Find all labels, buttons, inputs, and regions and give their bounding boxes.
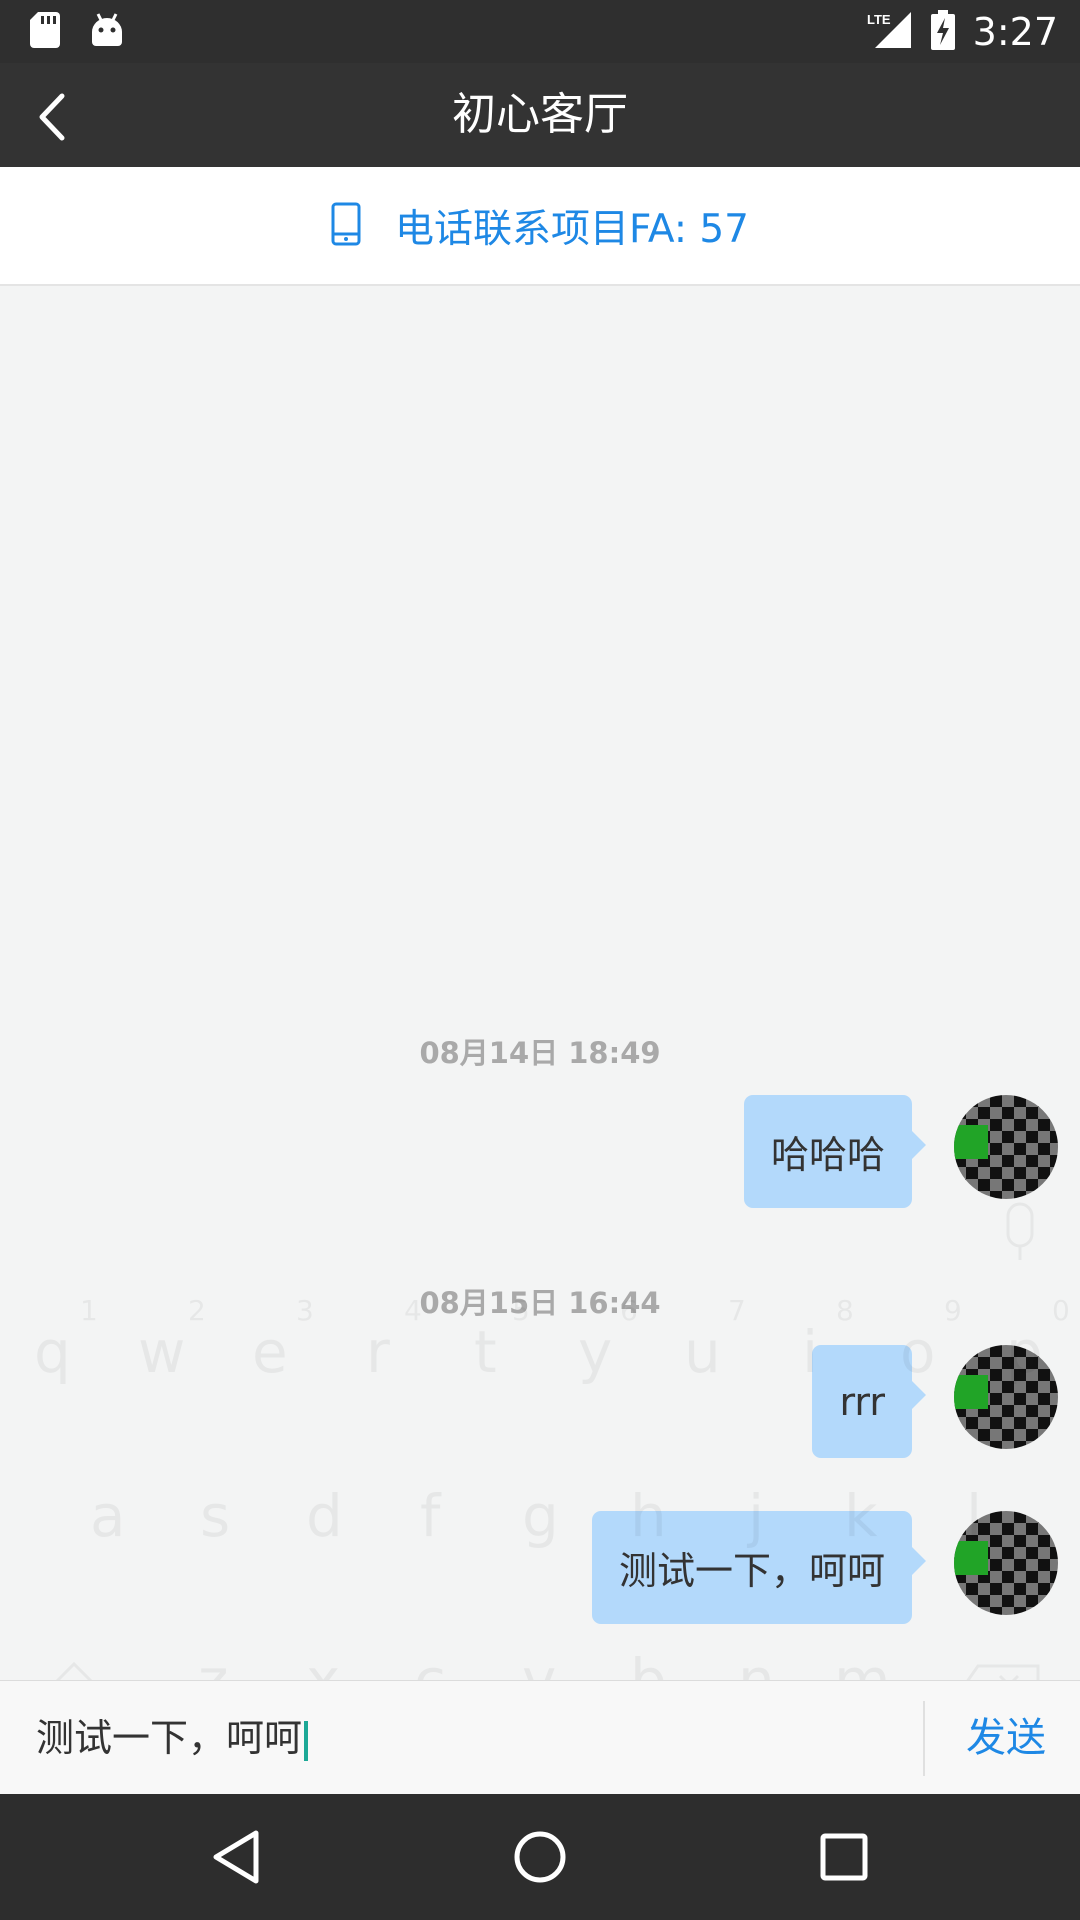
nav-home-button[interactable] [500, 1817, 580, 1897]
clock: 3:27 [972, 9, 1058, 54]
svg-text:LTE: LTE [867, 12, 891, 27]
screen: LTE 3:27 初心客厅 电话联系项目FA: 57 08月14日 18:49 … [0, 0, 1080, 1920]
status-bar: LTE 3:27 [0, 0, 1080, 63]
message-bubble[interactable]: 哈哈哈 [743, 1095, 927, 1208]
message-timestamp: 08月15日 16:44 [419, 1286, 661, 1320]
system-nav-bar [0, 1794, 1080, 1920]
message-input-value: 测试一下，呵呵 [36, 1716, 303, 1760]
app-bar: 初心客厅 [0, 63, 1080, 167]
message-timestamp: 08月14日 18:49 [419, 1036, 661, 1070]
message-input[interactable]: 测试一下，呵呵 [36, 1681, 896, 1795]
divider [923, 1701, 925, 1776]
battery-charging-icon [930, 9, 955, 54]
nav-recents-button[interactable] [804, 1817, 884, 1897]
avatar[interactable] [954, 1095, 1058, 1199]
avatar[interactable] [954, 1345, 1058, 1449]
text-cursor [304, 1720, 309, 1761]
lte-signal-icon: LTE [867, 10, 913, 54]
contact-strip[interactable]: 电话联系项目FA: 57 [0, 167, 1080, 286]
message-bubble[interactable]: 测试一下，呵呵 [591, 1511, 927, 1624]
page-title: 初心客厅 [452, 89, 628, 140]
chat-area[interactable]: 08月14日 18:49 哈哈哈 08月15日 16:44 rrr 测试一下，呵… [0, 286, 1080, 1680]
square-recents-icon [820, 1833, 868, 1881]
message-bubble[interactable]: rrr [812, 1345, 926, 1458]
triangle-back-icon [213, 1830, 259, 1884]
nav-back-button[interactable] [196, 1817, 276, 1897]
phone-icon [331, 202, 361, 250]
composer: 测试一下，呵呵 发送 [0, 1680, 1080, 1795]
contact-phone-link[interactable]: 电话联系项目FA: 57 [395, 198, 749, 254]
sd-card-icon [30, 12, 60, 52]
android-icon [90, 12, 124, 52]
circle-home-icon [514, 1831, 566, 1883]
send-button[interactable]: 发送 [966, 1681, 1046, 1795]
avatar[interactable] [954, 1511, 1058, 1615]
